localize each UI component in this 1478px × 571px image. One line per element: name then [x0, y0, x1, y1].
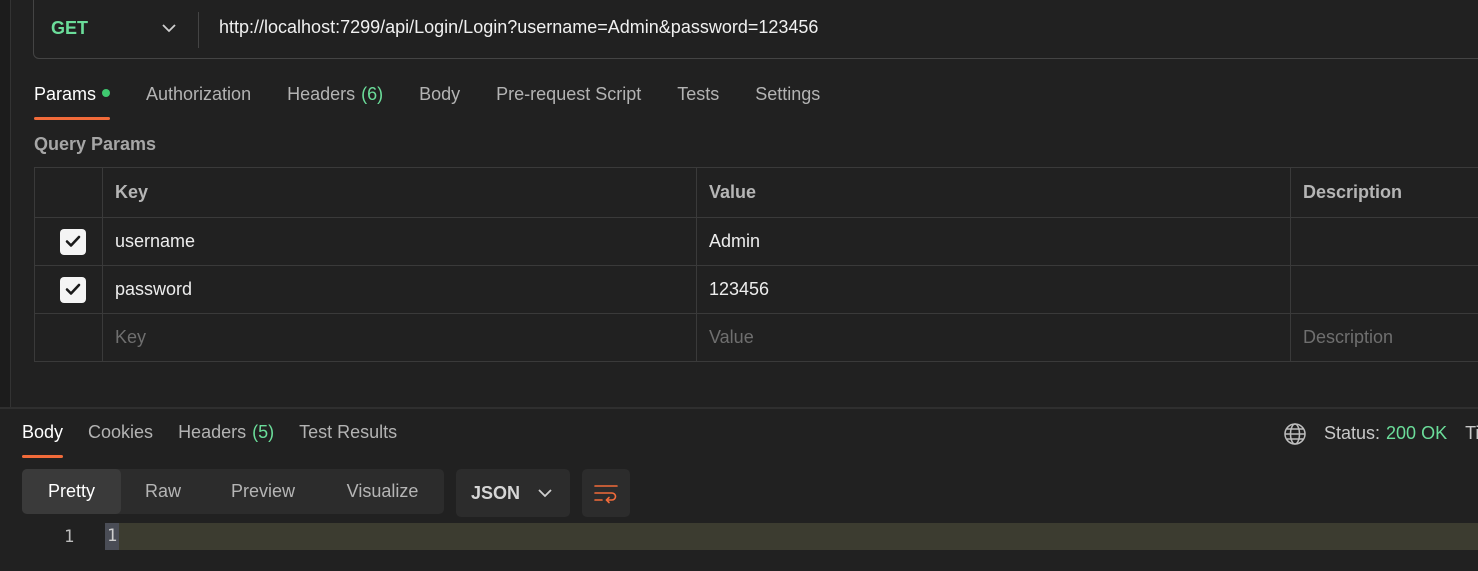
param-key-cell[interactable]: password — [102, 265, 697, 314]
header-value: Value — [696, 167, 1291, 218]
view-preview-button[interactable]: Preview — [205, 469, 321, 514]
wrap-lines-icon — [594, 485, 618, 504]
header-key: Key — [102, 167, 697, 218]
table-header-row: Key Value Description — [34, 167, 1478, 218]
tab-tests[interactable]: Tests — [677, 84, 719, 120]
active-line-highlight — [105, 523, 1478, 550]
param-checkbox[interactable] — [59, 276, 86, 303]
modified-dot — [102, 89, 111, 98]
method-select[interactable]: GET — [51, 18, 88, 39]
row-checkbox-cell — [34, 313, 103, 362]
param-value-cell[interactable]: 123456 — [696, 265, 1291, 314]
wrap-lines-button[interactable] — [582, 469, 630, 517]
table-row-empty: Key Value Description — [34, 313, 1478, 362]
row-checkbox-cell — [34, 265, 103, 314]
tab-settings[interactable]: Settings — [755, 84, 820, 120]
header-checkbox-cell — [34, 167, 103, 218]
row-checkbox-cell — [34, 217, 103, 266]
tab-cookies[interactable]: Cookies — [88, 422, 153, 458]
format-label: JSON — [471, 482, 521, 503]
table-row: username Admin — [34, 217, 1478, 266]
check-icon — [65, 235, 80, 247]
app-root: GET http://localhost:7299/api/Login/Logi… — [0, 0, 1478, 571]
tab-label: Settings — [755, 84, 821, 104]
time-label-truncated: Ti — [1465, 423, 1478, 443]
param-description-cell[interactable] — [1290, 265, 1478, 314]
status-label: Status: — [1324, 423, 1381, 443]
pane-divider[interactable] — [0, 407, 1478, 409]
param-checkbox[interactable] — [59, 228, 86, 255]
params-table: Key Value Description username Admin pas… — [34, 167, 1478, 362]
response-body-content[interactable]: 1 — [105, 523, 120, 550]
line-number: 1 — [64, 527, 75, 547]
query-params-title: Query Params — [34, 134, 157, 154]
tab-pre-request-script[interactable]: Pre-request Script — [496, 84, 641, 120]
tab-label: Body — [22, 422, 64, 442]
response-status: Status: 200 OK Ti — [1324, 423, 1478, 444]
tab-label: Params — [34, 84, 97, 104]
check-icon — [65, 283, 80, 295]
tab-label: Authorization — [146, 84, 252, 104]
tab-body[interactable]: Body — [419, 84, 460, 120]
url-divider — [198, 12, 199, 48]
tab-label: Pre-request Script — [496, 84, 642, 104]
url-input[interactable]: http://localhost:7299/api/Login/Login?us… — [219, 17, 818, 38]
tab-label: Headers — [287, 84, 356, 104]
chevron-down-icon[interactable] — [159, 16, 179, 40]
format-select[interactable]: JSON — [456, 469, 570, 517]
url-bar: GET http://localhost:7299/api/Login/Logi… — [33, 0, 1478, 59]
tab-count: (6) — [361, 84, 384, 104]
response-tabs: Body Cookies Headers (5) Test Results — [22, 422, 422, 458]
view-pretty-button[interactable]: Pretty — [22, 469, 121, 514]
param-key-cell[interactable]: username — [102, 217, 697, 266]
tab-label: Test Results — [299, 422, 398, 442]
param-value-cell[interactable]: Admin — [696, 217, 1291, 266]
left-gutter — [0, 0, 11, 407]
param-description-cell[interactable] — [1290, 217, 1478, 266]
key-input[interactable]: Key — [102, 313, 697, 362]
tab-count: (5) — [252, 422, 275, 442]
tab-label: Cookies — [88, 422, 154, 442]
tab-response-body[interactable]: Body — [22, 422, 64, 458]
chevron-down-icon — [538, 488, 552, 498]
view-raw-button[interactable]: Raw — [121, 469, 205, 514]
status-value[interactable]: 200 OK — [1386, 423, 1447, 443]
description-input[interactable]: Description — [1290, 313, 1478, 362]
view-mode-group: Pretty Raw Preview Visualize — [22, 469, 444, 514]
view-visualize-button[interactable]: Visualize — [321, 469, 444, 514]
value-input[interactable]: Value — [696, 313, 1291, 362]
tab-label: Headers — [178, 422, 247, 442]
tab-test-results[interactable]: Test Results — [299, 422, 397, 458]
tab-label: Body — [419, 84, 461, 104]
tab-params[interactable]: Params — [34, 84, 111, 120]
tab-response-headers[interactable]: Headers (5) — [178, 422, 274, 458]
tab-label: Tests — [677, 84, 720, 104]
tab-authorization[interactable]: Authorization — [146, 84, 251, 120]
tab-headers[interactable]: Headers (6) — [287, 84, 383, 120]
globe-icon[interactable] — [1283, 422, 1307, 446]
header-description: Description — [1290, 167, 1478, 218]
table-row: password 123456 — [34, 265, 1478, 314]
request-tabs: Params Authorization Headers (6) Body Pre… — [34, 84, 856, 120]
